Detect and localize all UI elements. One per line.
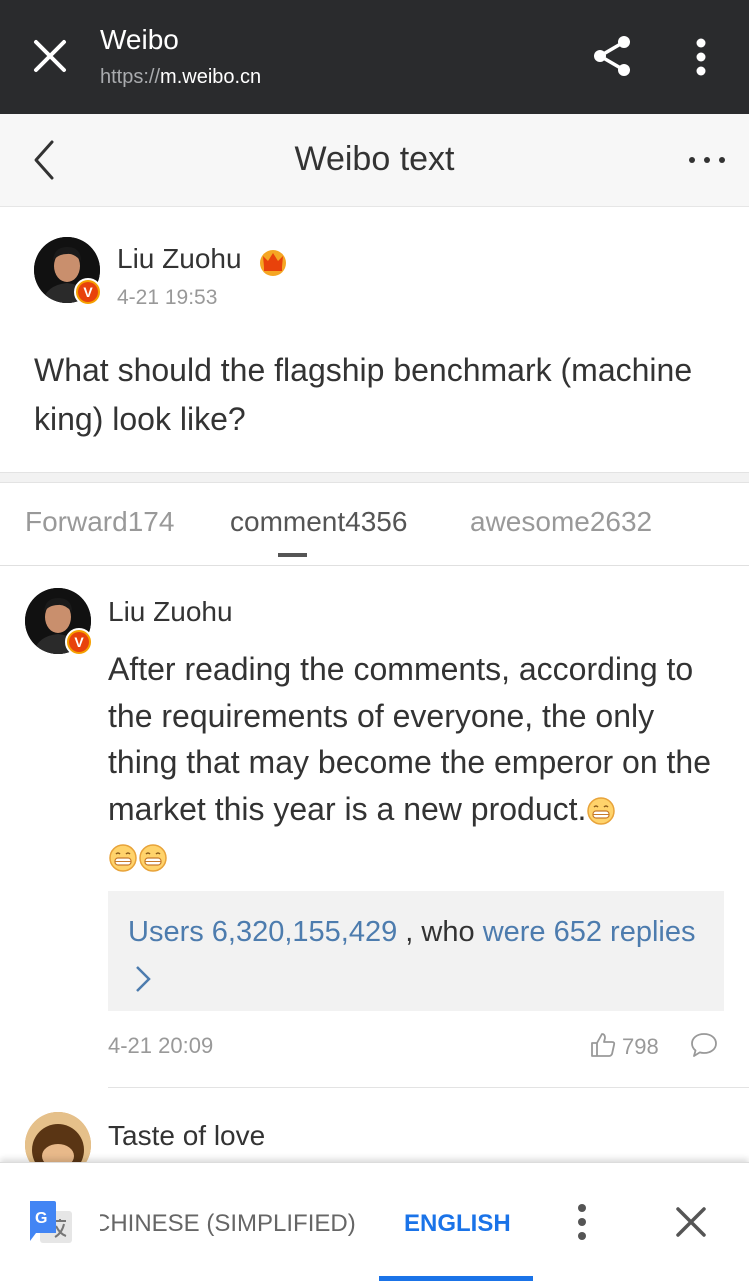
- verified-badge: V: [74, 278, 102, 306]
- reply-users-link[interactable]: Users 6,320,155,429: [128, 916, 397, 948]
- verified-badge: V: [65, 628, 93, 656]
- page-title: Weibo text: [294, 140, 455, 178]
- share-icon[interactable]: [592, 34, 632, 78]
- tab-awesome[interactable]: awesome2632: [470, 506, 652, 538]
- browser-top-bar: Weibo https://m.weibo.cn: [0, 0, 749, 114]
- grin-emoji-icon: [587, 797, 616, 825]
- active-language-indicator: [379, 1276, 533, 1281]
- thumbs-up-icon[interactable]: [590, 1032, 616, 1058]
- like-count: 798: [622, 1034, 659, 1059]
- reply-summary-text: Users 6,320,155,429 , who were 652 repli…: [128, 909, 718, 1001]
- comment-author-name[interactable]: Taste of love: [108, 1120, 265, 1152]
- tab-divider: [0, 565, 749, 566]
- comment-text: After reading the comments, according to…: [108, 646, 728, 879]
- post-author-name[interactable]: Liu Zuohu: [117, 243, 242, 275]
- comment-author-name[interactable]: Liu Zuohu: [108, 596, 233, 628]
- crown-icon: [260, 250, 286, 276]
- grin-emoji-icon: [139, 843, 167, 872]
- page-header: Weibo text: [0, 114, 749, 207]
- target-language-tab[interactable]: ENGLISH: [404, 1210, 511, 1238]
- section-divider: [0, 472, 749, 483]
- translate-menu-icon[interactable]: [571, 1203, 593, 1241]
- tab-comment[interactable]: comment4356: [230, 506, 407, 538]
- comment-divider: [108, 1087, 749, 1088]
- browser-url: https://m.weibo.cn: [100, 66, 262, 88]
- comment-time: 4-21 20:09: [108, 1033, 214, 1058]
- close-icon[interactable]: [32, 38, 68, 74]
- active-tab-indicator: [278, 553, 307, 557]
- translate-bar: G CHINESE (SIMPLIFIED) ENGLISH: [0, 1162, 749, 1281]
- chevron-right-icon[interactable]: [134, 964, 152, 994]
- post-time: 4-21 19:53: [117, 286, 218, 309]
- grin-emoji-icon: [109, 843, 137, 872]
- svg-text:G: G: [35, 1210, 47, 1227]
- overflow-menu-icon[interactable]: [688, 38, 714, 76]
- reply-count-link[interactable]: were 652 replies: [483, 916, 696, 948]
- comment-bubble-icon[interactable]: [690, 1032, 718, 1058]
- reply-summary-box[interactable]: Users 6,320,155,429 , who were 652 repli…: [108, 891, 724, 1011]
- source-language-tab[interactable]: CHINESE (SIMPLIFIED): [100, 1210, 360, 1238]
- more-icon[interactable]: [688, 150, 726, 170]
- tab-forward[interactable]: Forward174: [25, 506, 174, 538]
- close-translate-icon[interactable]: [674, 1205, 708, 1239]
- post-text: What should the flagship benchmark (mach…: [34, 352, 693, 437]
- browser-title: Weibo: [100, 24, 179, 55]
- google-translate-icon[interactable]: G: [26, 1199, 74, 1247]
